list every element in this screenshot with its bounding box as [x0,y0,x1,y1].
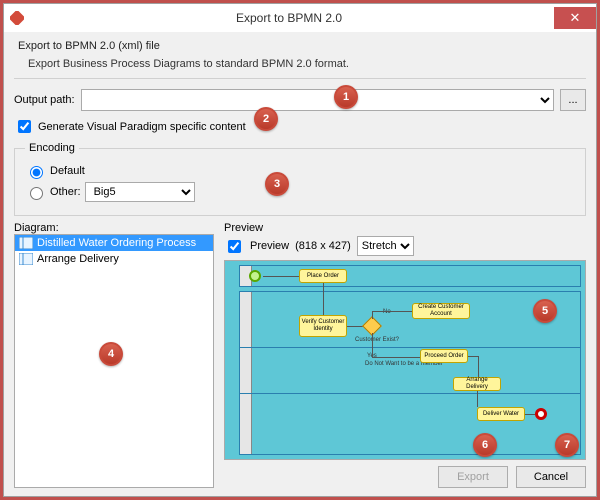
intro-block: Export to BPMN 2.0 (xml) file Export Bus… [14,40,586,79]
list-item[interactable]: Arrange Delivery [15,251,213,267]
cancel-button[interactable]: Cancel [516,466,586,488]
list-item-label: Distilled Water Ordering Process [37,237,196,249]
close-button[interactable]: ✕ [554,7,596,29]
diagram-list[interactable]: Distilled Water Ordering Process Arrange… [14,234,214,488]
encoding-default-label: Default [50,165,85,177]
diagram-label: Diagram: [14,222,214,234]
generate-specific-checkbox[interactable] [18,120,31,133]
preview-dims: (818 x 427) [295,240,351,252]
titlebar: Export to BPMN 2.0 ✕ [4,4,596,32]
window-title: Export to BPMN 2.0 [24,11,554,25]
export-button[interactable]: Export [438,466,508,488]
intro-title: Export to BPMN 2.0 (xml) file [14,40,586,52]
preview-checkbox[interactable] [228,240,241,253]
output-path-label: Output path: [14,94,75,106]
preview-chk-label: Preview [250,240,289,252]
browse-button[interactable]: ... [560,89,586,111]
encoding-legend: Encoding [25,142,79,154]
encoding-group: Encoding Default Other: Big5 3 [14,142,586,216]
intro-desc: Export Business Process Diagrams to stan… [14,58,586,70]
app-icon [10,11,24,25]
encoding-other-label: Other: [50,186,81,198]
preview-label: Preview [224,222,586,234]
list-item[interactable]: Distilled Water Ordering Process [15,235,213,251]
preview-mode-select[interactable]: Stretch [357,236,414,256]
bpmn-icon [19,237,33,249]
preview-canvas: Place Order Verify Customer Identity Cus… [224,260,586,460]
bpmn-icon [19,253,33,265]
encoding-other-radio[interactable] [30,187,43,200]
encoding-default-radio[interactable] [30,166,43,179]
generate-specific-label: Generate Visual Paradigm specific conten… [38,121,246,133]
output-path-input[interactable] [81,89,554,111]
list-item-label: Arrange Delivery [37,253,119,265]
encoding-other-select[interactable]: Big5 [85,182,195,202]
